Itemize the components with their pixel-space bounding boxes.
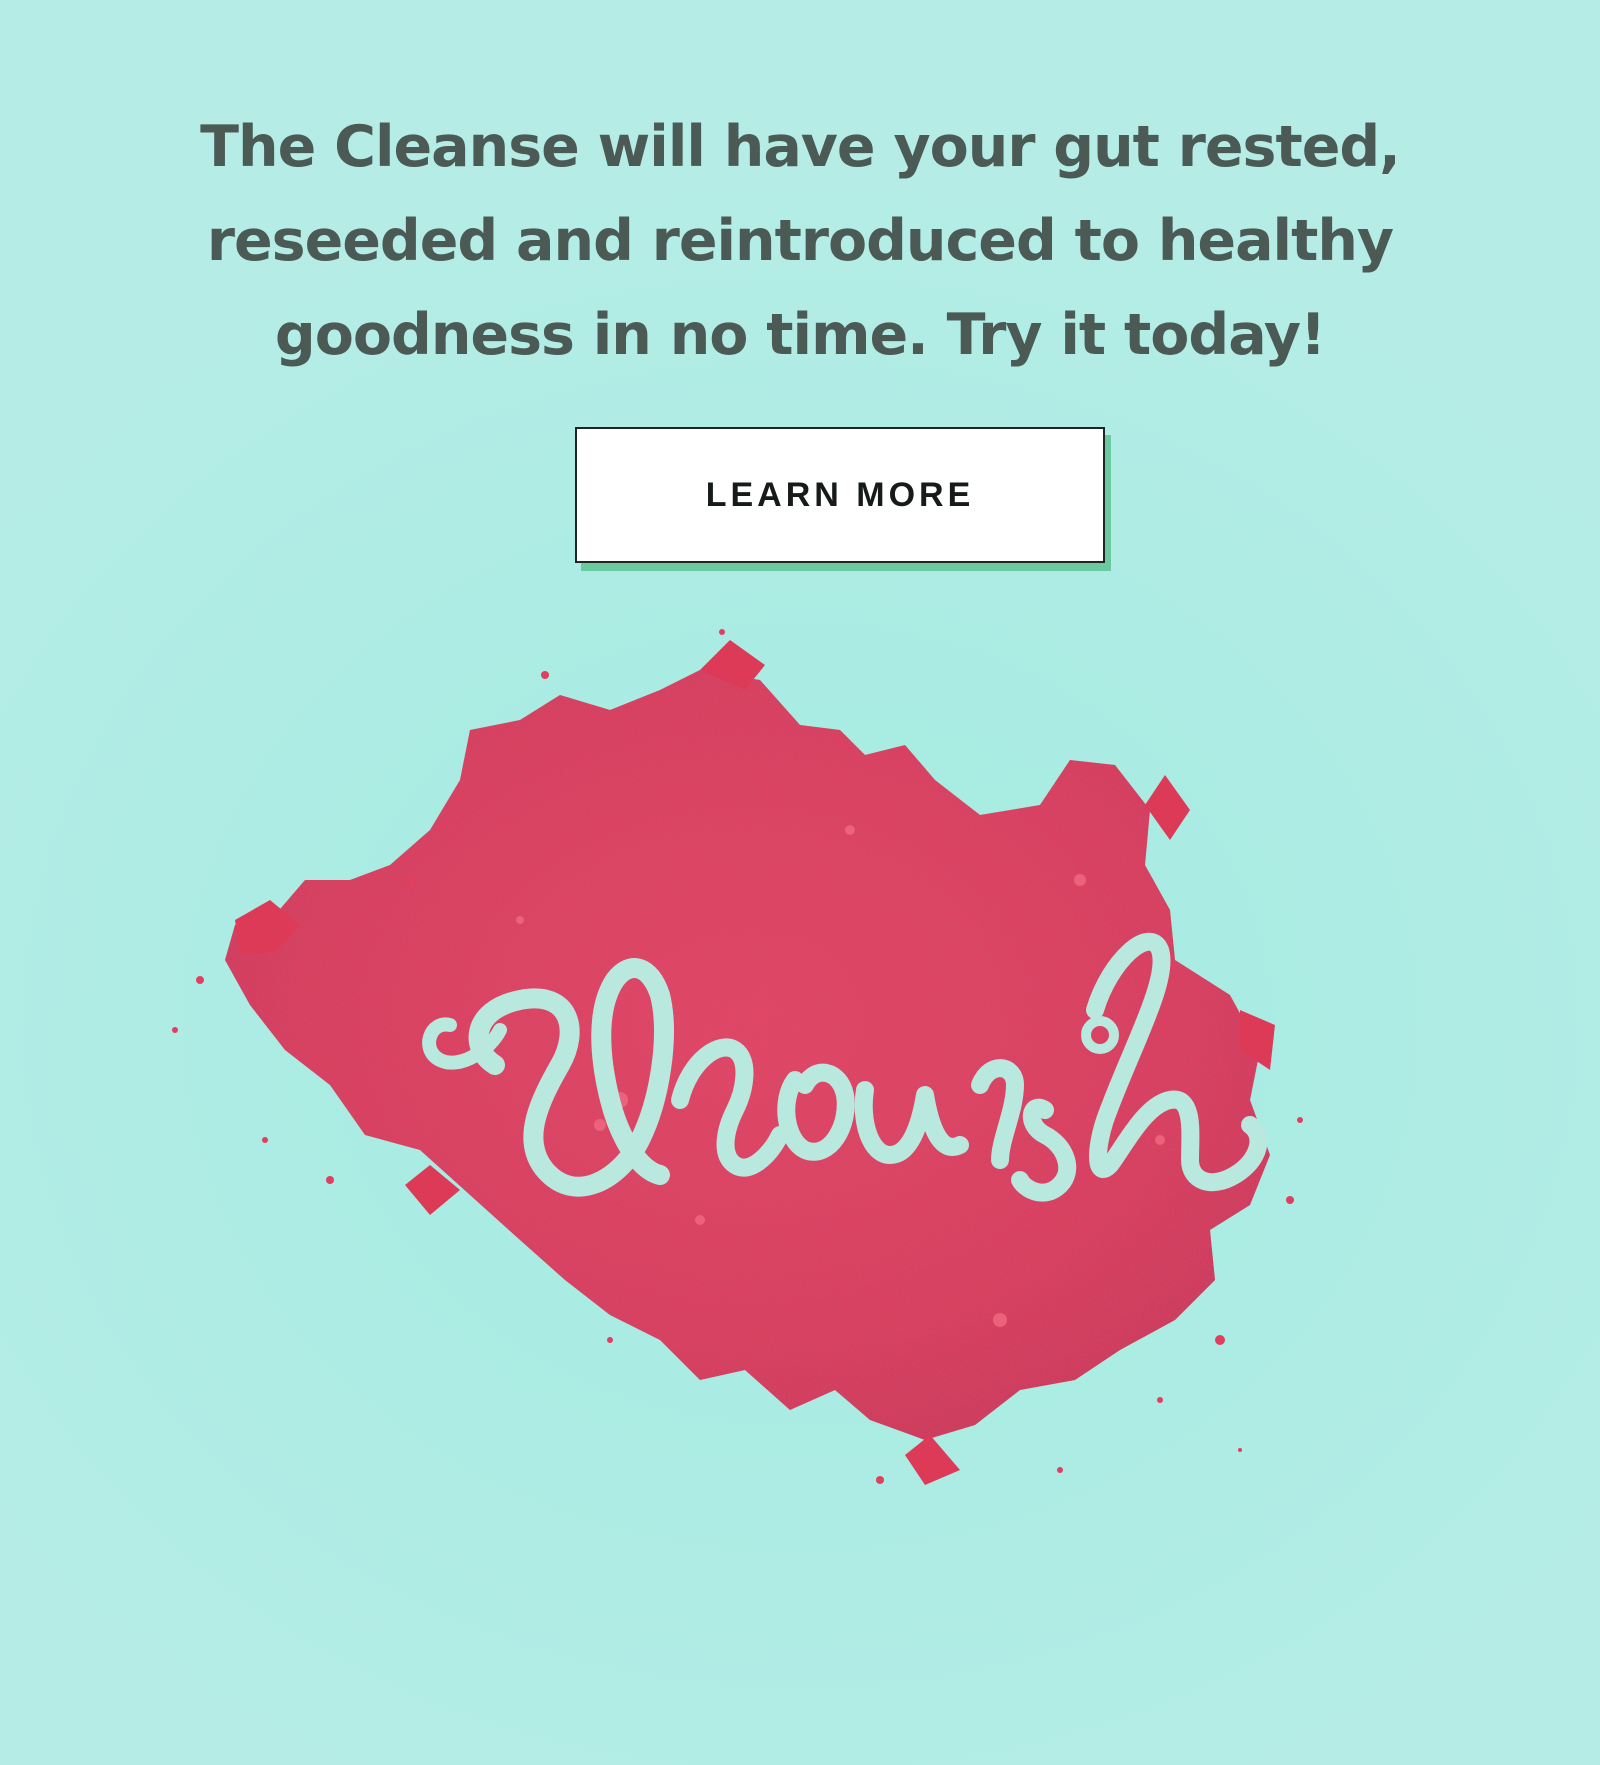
- flourish-powder-image: [172, 629, 1303, 1485]
- promo-line-3: goodness in no time. Try it today!: [274, 302, 1326, 368]
- promo-line-1: The Cleanse will have your gut rested,: [200, 114, 1401, 180]
- learn-more-button[interactable]: LEARN MORE: [575, 427, 1105, 563]
- promo-line-2: reseeded and reintroduced to healthy: [206, 208, 1394, 274]
- promo-page: { "promo": { "lines": [ "The Cleanse wil…: [0, 0, 1600, 1765]
- promo-headline: The Cleanse will have your gut rested, re…: [200, 100, 1401, 382]
- learn-more-label: LEARN MORE: [705, 475, 975, 514]
